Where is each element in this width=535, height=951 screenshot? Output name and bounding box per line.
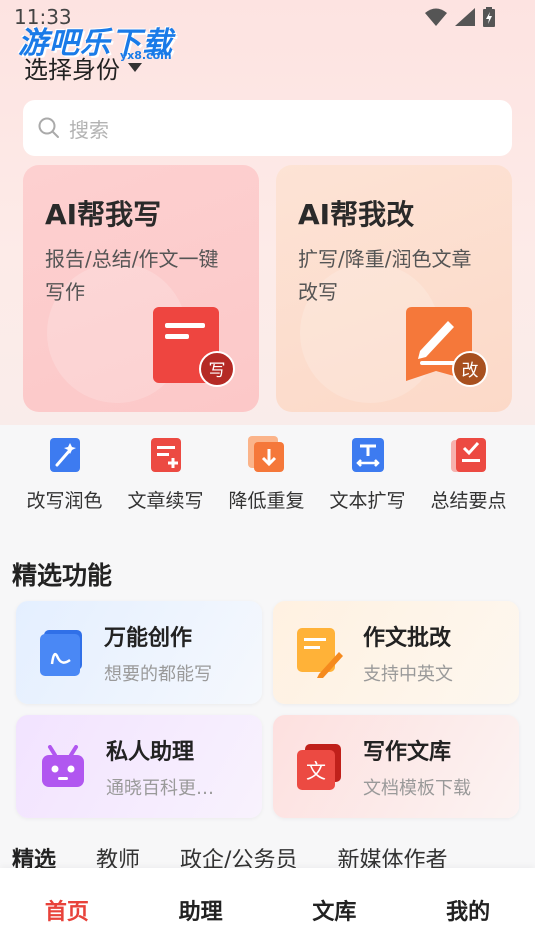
tool-summary[interactable]: 总结要点 — [418, 436, 519, 516]
nav-assistant[interactable]: 助理 — [134, 894, 268, 926]
card-desc: 报告/总结/作文一键写作 — [45, 247, 219, 304]
signal-icon — [455, 8, 475, 26]
ai-edit-card[interactable]: AI帮我改 扩写/降重/润色文章改写 改 — [276, 165, 512, 412]
wifi-icon — [425, 8, 447, 26]
feature-title: 万能创作 — [104, 625, 193, 651]
section-title: 精选功能 — [12, 561, 113, 590]
tool-label: 降低重复 — [228, 490, 305, 512]
feature-subtitle: 支持中英文 — [363, 663, 453, 685]
search-input[interactable]: 搜索 — [23, 100, 512, 156]
identity-label: 选择身份 — [24, 56, 120, 84]
card-desc: 扩写/降重/润色文章改写 — [298, 247, 472, 304]
ai-write-card[interactable]: AI帮我写 报告/总结/作文一键写作 写 — [23, 165, 259, 412]
search-placeholder: 搜索 — [69, 117, 109, 142]
nav-home[interactable]: 首页 — [0, 894, 134, 926]
edit-badge: 改 — [462, 361, 479, 381]
document-plus-icon — [150, 438, 181, 472]
feature-subtitle: 想要的都能写 — [104, 663, 212, 685]
feature-subtitle: 通晓百科更… — [106, 777, 214, 799]
tool-dedupe[interactable]: 降低重复 — [216, 436, 317, 516]
download-doc-icon — [247, 436, 284, 472]
chevron-down-icon — [128, 62, 142, 72]
identity-selector[interactable]: 选择身份 — [24, 50, 142, 85]
feature-essay-grading[interactable]: 作文批改 支持中英文 — [273, 601, 519, 704]
feature-personal-assistant[interactable]: 私人助理 通晓百科更… — [16, 715, 262, 818]
tool-label: 文本扩写 — [329, 490, 406, 512]
robot-icon — [42, 744, 84, 787]
tool-label: 总结要点 — [430, 490, 507, 512]
feature-writing-library[interactable]: 文 写作文库 文档模板下载 — [273, 715, 519, 818]
magic-wand-icon — [49, 438, 80, 472]
battery-icon — [483, 7, 495, 27]
note-pencil-icon — [297, 627, 343, 678]
tool-continue[interactable]: 文章续写 — [115, 436, 216, 516]
svg-text:文: 文 — [306, 759, 326, 783]
tool-expand[interactable]: 文本扩写 — [317, 436, 418, 516]
nav-profile[interactable]: 我的 — [401, 894, 535, 926]
feature-title: 作文批改 — [363, 625, 452, 651]
tool-label: 文章续写 — [127, 490, 204, 512]
tool-rewrite[interactable]: 改写润色 — [14, 436, 115, 516]
write-doc-icon: 写 — [153, 307, 235, 387]
feature-subtitle: 文档模板下载 — [363, 777, 471, 799]
library-icon: 文 — [297, 743, 341, 790]
edit-doc-icon: 改 — [406, 307, 488, 387]
card-title: AI帮我写 — [45, 198, 162, 231]
notebook-icon — [40, 629, 82, 676]
checklist-icon — [450, 438, 486, 472]
search-icon — [38, 117, 59, 138]
tool-label: 改写润色 — [26, 490, 103, 512]
bottom-nav: 首页 助理 文库 我的 — [0, 868, 535, 951]
nav-library[interactable]: 文库 — [268, 894, 402, 926]
quick-tools: 改写润色 文章续写 降低重复 文本扩写 总结要点 — [0, 436, 535, 516]
card-title: AI帮我改 — [298, 198, 415, 231]
feature-universal-create[interactable]: 万能创作 想要的都能写 — [16, 601, 262, 704]
feature-title: 私人助理 — [106, 739, 195, 765]
write-badge: 写 — [209, 361, 226, 381]
feature-title: 写作文库 — [363, 739, 452, 765]
text-expand-icon — [351, 438, 384, 472]
